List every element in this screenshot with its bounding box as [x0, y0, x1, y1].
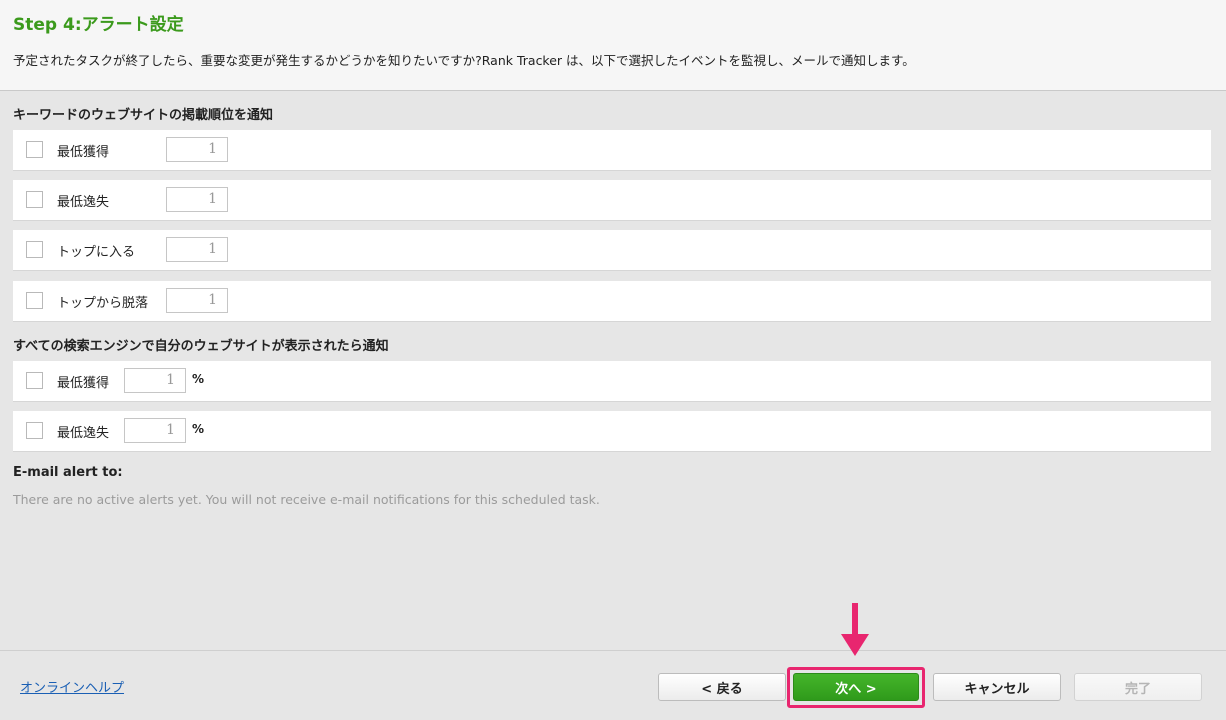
drop-top-checkbox[interactable]: [26, 292, 43, 309]
engine-section-title: すべての検索エンジンで自分のウェブサイトが表示されたら通知: [13, 339, 389, 354]
percent-unit: %: [192, 422, 205, 436]
min-gain-input[interactable]: 1: [166, 137, 228, 162]
engine-row-min-gain: 最低獲得 1 %: [13, 361, 1211, 402]
enter-top-checkbox[interactable]: [26, 241, 43, 258]
online-help-link[interactable]: オンラインヘルプ: [20, 677, 124, 696]
cancel-button[interactable]: キャンセル: [933, 673, 1061, 701]
engine-min-gain-label: 最低獲得: [57, 376, 110, 391]
enter-top-label: トップに入る: [57, 245, 136, 260]
engine-min-gain-checkbox[interactable]: [26, 372, 43, 389]
back-button[interactable]: < 戻る: [658, 673, 786, 701]
footer-divider: [0, 650, 1226, 651]
alert-row-enter-top: トップに入る 1: [13, 230, 1211, 271]
finish-button[interactable]: 完了: [1074, 673, 1202, 701]
engine-min-loss-label: 最低逸失: [57, 426, 110, 441]
engine-row-min-loss: 最低逸失 1 %: [13, 411, 1211, 452]
engine-min-loss-input[interactable]: 1: [124, 418, 186, 443]
min-loss-label: 最低逸失: [57, 195, 110, 210]
next-button-highlight: [787, 667, 925, 708]
alert-row-drop-top: トップから脱落 1: [13, 281, 1211, 322]
min-loss-input[interactable]: 1: [166, 187, 228, 212]
min-gain-label: 最低獲得: [57, 145, 110, 160]
wizard-header: Step 4:アラート設定 予定されたタスクが終了したら、重要な変更が発生するか…: [0, 0, 1226, 91]
engine-min-gain-input[interactable]: 1: [124, 368, 186, 393]
drop-top-label: トップから脱落: [57, 296, 149, 311]
email-alert-title: E-mail alert to:: [13, 465, 123, 480]
down-arrow-head-icon: [841, 634, 869, 656]
engine-min-loss-checkbox[interactable]: [26, 422, 43, 439]
step-description: 予定されたタスクが終了したら、重要な変更が発生するかどうかを知りたいですか?Ra…: [13, 53, 915, 68]
alert-row-min-loss: 最低逸失 1: [13, 180, 1211, 221]
email-alert-description: There are no active alerts yet. You will…: [13, 492, 600, 507]
percent-unit: %: [192, 372, 205, 386]
drop-top-input[interactable]: 1: [166, 288, 228, 313]
enter-top-input[interactable]: 1: [166, 237, 228, 262]
step-title: Step 4:アラート設定: [13, 15, 184, 35]
alert-row-min-gain: 最低獲得 1: [13, 130, 1211, 171]
keyword-section-title: キーワードのウェブサイトの掲載順位を通知: [13, 108, 274, 123]
min-gain-checkbox[interactable]: [26, 141, 43, 158]
min-loss-checkbox[interactable]: [26, 191, 43, 208]
